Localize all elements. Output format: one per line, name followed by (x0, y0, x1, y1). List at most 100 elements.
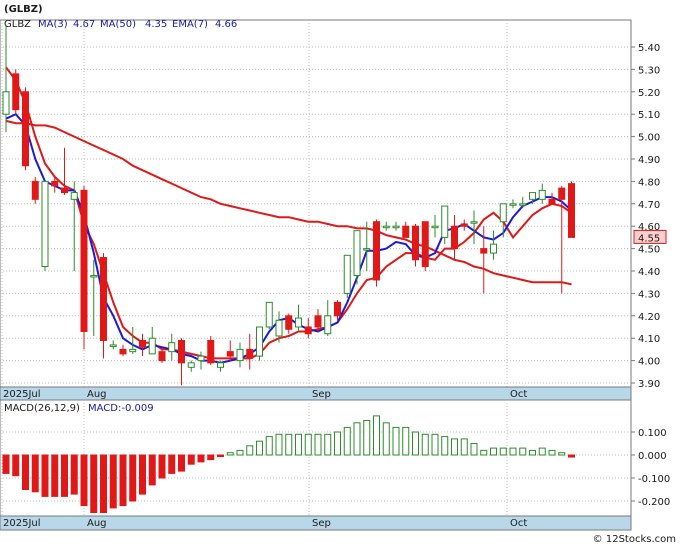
macd-bar (217, 454, 224, 457)
last-price-marker: 4.55 (633, 229, 667, 244)
candle-body (441, 205, 449, 238)
macd-bar (109, 454, 117, 509)
macd-bar (480, 449, 488, 456)
candle-body (529, 192, 536, 200)
macd-bar (460, 438, 468, 456)
candle-body (568, 183, 575, 238)
candle-body (353, 230, 361, 276)
macd-bar (187, 454, 195, 465)
macd-bar (265, 436, 273, 456)
price-y-tick-label: 5.20 (638, 88, 660, 99)
macd-bar (568, 454, 575, 458)
macd-y-tick-label: -0.200 (638, 497, 670, 508)
candle (31, 176, 39, 204)
candle-body (324, 315, 332, 335)
candle (421, 221, 429, 271)
price-x-tick-label: 2025Jul (3, 389, 41, 400)
stock-chart: (GLBZ) GLBZ MA(3) 4.67 MA(50) 4.35 EMA(7… (0, 4, 676, 545)
macd-bar (236, 449, 244, 456)
legend-ema7-value: 4.66 (215, 19, 237, 30)
price-y-tick-label: 3.90 (638, 379, 660, 390)
legend-ema7-label: EMA(7) (172, 19, 208, 30)
candle-body (343, 254, 351, 294)
candle-body (90, 274, 98, 278)
candle-body (246, 348, 254, 359)
price-y-tick-label: 5.40 (638, 43, 660, 54)
candle-body (304, 326, 312, 335)
chart-title: (GLBZ) (4, 4, 43, 15)
candle-body (285, 315, 293, 330)
macd-bar (558, 452, 566, 456)
candle-body (373, 221, 380, 281)
candle (207, 335, 215, 366)
macd-bar (529, 449, 536, 456)
macd-bar (41, 454, 49, 497)
candle-body (265, 301, 273, 328)
candle-body (61, 187, 68, 194)
macd-bar (334, 431, 341, 456)
candle-body (256, 326, 263, 357)
candle-body (363, 248, 371, 251)
macd-bar (451, 438, 458, 456)
candle-body (431, 225, 439, 229)
candle-body (41, 180, 49, 268)
candle (12, 69, 20, 115)
candle-body (226, 351, 234, 357)
candle-body (295, 317, 302, 328)
candle-body (2, 91, 10, 115)
candle-body (382, 225, 390, 229)
candle (412, 223, 419, 267)
macd-bar (246, 445, 254, 456)
legend-ma50-label: MA(50) (100, 19, 136, 30)
candle-body (178, 339, 185, 364)
candle-body (236, 348, 244, 362)
price-y-tick-label: 4.00 (638, 357, 660, 368)
price-y-tick-label: 4.10 (638, 334, 660, 345)
candle-body (519, 203, 527, 206)
macd-y-tick-label: 0.000 (638, 451, 667, 462)
candle-body (499, 203, 507, 223)
macd-bar (61, 454, 68, 497)
macd-bar (285, 433, 293, 456)
candle-body (509, 203, 517, 206)
price-y-tick-label: 4.30 (638, 289, 660, 300)
macd-x-tick-label: Sep (312, 518, 331, 529)
macd-bar (226, 452, 234, 456)
price-y-tick-label: 4.90 (638, 155, 660, 166)
macd-value: MACD:-0.009 (88, 403, 154, 414)
macd-bar (2, 454, 10, 474)
macd-bar (324, 433, 332, 456)
candle-body (207, 339, 215, 364)
legend-symbol: GLBZ (4, 19, 31, 30)
price-y-tick-label: 4.40 (638, 267, 660, 278)
candle-body (334, 301, 341, 317)
macd-bar (100, 454, 107, 513)
candle-body (217, 362, 224, 368)
candle-body (558, 187, 566, 200)
candle-body (460, 223, 468, 227)
macd-bar (490, 447, 497, 456)
candle-body (197, 355, 205, 362)
last-price-label: 4.55 (638, 233, 660, 244)
macd-bar (363, 420, 371, 456)
macd-bar (70, 454, 78, 495)
candle-body (470, 221, 478, 224)
candle-body (402, 225, 410, 238)
macd-bar (392, 426, 400, 456)
macd-bar (256, 440, 263, 456)
candle-body (148, 337, 156, 355)
macd-bar (353, 422, 361, 456)
macd-bar (197, 454, 205, 463)
candle (158, 349, 166, 363)
price-y-tick-label: 4.50 (638, 245, 660, 256)
macd-bar (80, 454, 88, 507)
candle-body (139, 339, 146, 348)
candle (568, 181, 575, 238)
candle-body (80, 189, 88, 332)
macd-x-tick-label: Aug (87, 518, 107, 529)
legend: GLBZ MA(3) 4.67 MA(50) 4.35 EMA(7) 4.66 (4, 19, 237, 30)
candle (41, 180, 49, 271)
candle-body (119, 348, 127, 355)
candle-body (392, 225, 400, 229)
candle-body (538, 189, 546, 200)
